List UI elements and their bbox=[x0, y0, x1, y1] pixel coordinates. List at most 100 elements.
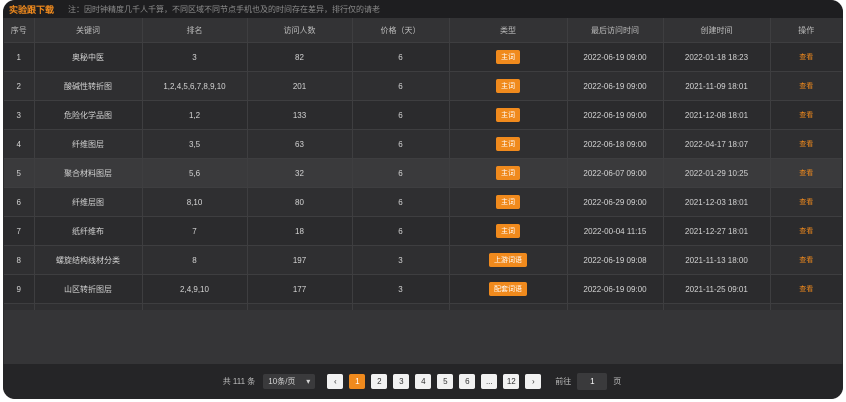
cell-text: 聚合材料图层 bbox=[64, 168, 112, 178]
page-button[interactable]: 6 bbox=[459, 374, 476, 389]
page-button[interactable]: 12 bbox=[503, 374, 520, 389]
cell-text: 2022-06-29 09:00 bbox=[583, 197, 647, 207]
goto-page-input[interactable] bbox=[577, 373, 608, 390]
table-row: 2 酸碱性转折图 1,2,4,5,6,7,8,9,10 201 6 主词 2022-06-1… bbox=[4, 71, 842, 101]
cell-rank: 1,2,4,5,6,7,8,9,10 bbox=[142, 71, 248, 101]
cell-text: 32 bbox=[295, 168, 304, 178]
cell-text: 8,10 bbox=[186, 197, 203, 207]
cell-text: 9 bbox=[16, 284, 21, 294]
view-link[interactable]: 查看 bbox=[799, 83, 813, 90]
column-header: 最后访问时间 bbox=[567, 18, 664, 43]
view-link[interactable]: 查看 bbox=[799, 54, 813, 61]
cell-text: 177 bbox=[292, 284, 307, 294]
cell-created: 2022-01-29 10:25 bbox=[663, 158, 771, 188]
cell-price: 3 bbox=[352, 245, 450, 275]
cell-text: 2022-06-07 09:00 bbox=[583, 168, 647, 178]
view-link[interactable]: 查看 bbox=[799, 199, 813, 206]
cell-text: 6 bbox=[16, 197, 21, 207]
cell-rank: 8 bbox=[142, 245, 248, 275]
notice-text: 注：因时钟精度几千人千算，不同区域不同节点手机也及的时间存在差异，排行仅的请老 bbox=[68, 4, 381, 14]
view-link[interactable]: 查看 bbox=[799, 257, 813, 264]
cell-text: 6 bbox=[398, 197, 403, 207]
table-body: 1 奥秘中医 3 8 2 6 主词 2022-06-19 09:00 2022-01-18 18… bbox=[4, 42, 842, 333]
view-link[interactable]: 查看 bbox=[799, 170, 813, 177]
cell-text: 3 bbox=[16, 110, 21, 120]
goto-suffix: 页 bbox=[613, 377, 622, 386]
type-badge: 主词 bbox=[496, 224, 520, 238]
cell-text: 18 bbox=[295, 226, 304, 236]
app-window: 实验跟下载 注：因时钟精度几千人千算，不同区域不同节点手机也及的时间存在差异，排… bbox=[3, 0, 843, 399]
cell-text: 2021-12-27 18:01 bbox=[684, 226, 749, 236]
cell-text: 3 bbox=[192, 52, 197, 62]
view-link[interactable]: 查看 bbox=[799, 228, 813, 235]
prev-page-button[interactable]: ‹ bbox=[327, 374, 344, 389]
cell-keyword: 奥秘中医 bbox=[34, 42, 143, 72]
cell-price: 6 bbox=[352, 216, 450, 246]
page-button[interactable]: 5 bbox=[437, 374, 454, 389]
cell-last: 2022-06-19 09:00 bbox=[567, 42, 664, 72]
cell-rank: 3 bbox=[142, 42, 248, 72]
cell-text: 6 bbox=[398, 168, 403, 178]
cell-created: 2021-11-25 09:01 bbox=[663, 274, 771, 304]
cell-text: 8 bbox=[192, 255, 197, 265]
cell-type: 配套词语 bbox=[449, 274, 568, 304]
cell-action: 查看 bbox=[770, 245, 842, 275]
cell-no: 2 bbox=[4, 71, 35, 101]
column-header: 创建时间 bbox=[663, 18, 771, 43]
view-link[interactable]: 查看 bbox=[799, 112, 813, 119]
next-page-button[interactable]: › bbox=[525, 374, 542, 389]
table-header: 序号 关键词 排名 访问人数 价格（天） 类型 最后访问时间 创建时间 操作 bbox=[4, 18, 842, 43]
cell-last: 2022-06-07 09:00 bbox=[567, 158, 664, 188]
type-badge: 主词 bbox=[496, 137, 520, 151]
total-count: 共 111 条 bbox=[222, 377, 256, 386]
page-button[interactable]: 2 bbox=[371, 374, 388, 389]
page-button[interactable]: 4 bbox=[415, 374, 432, 389]
cell-last: 2022-06-29 09:00 bbox=[567, 187, 664, 217]
cell-text: 2021-11-25 09:01 bbox=[685, 284, 748, 294]
cell-action: 查看 bbox=[770, 42, 842, 72]
cell-visitors: 133 bbox=[247, 100, 353, 130]
cell-text: 2022-06-18 09:00 bbox=[583, 139, 647, 149]
view-link[interactable]: 查看 bbox=[799, 286, 813, 293]
chevron-down-icon: ▾ bbox=[306, 377, 311, 386]
cell-keyword: 纤维图层 bbox=[34, 129, 143, 159]
cell-action: 查看 bbox=[770, 216, 842, 246]
type-badge: 主词 bbox=[496, 50, 520, 64]
cell-last: 2022-06-18 09:00 bbox=[567, 129, 664, 159]
page-button[interactable]: ... bbox=[481, 374, 498, 389]
cell-price: 6 bbox=[352, 158, 450, 188]
cell-type: 主词 bbox=[449, 187, 568, 217]
cell-text: 2022-06-19 09:00 bbox=[583, 81, 647, 91]
cell-text: 2021-11-09 18:01 bbox=[685, 81, 748, 91]
page-button[interactable]: 1 bbox=[349, 374, 366, 389]
cell-last: 2022-00-04 11:15 bbox=[567, 216, 664, 246]
cell-type: 主词 bbox=[449, 129, 568, 159]
cell-no: 8 bbox=[4, 245, 35, 275]
table-row: 4 纤维图层 3,5 63 6 主词 2022-06-18 09:00 2022-04-17 … bbox=[4, 129, 842, 159]
cell-text: 1 bbox=[16, 52, 21, 62]
cell-text: 3 bbox=[398, 255, 403, 265]
cell-text: 酸碱性转折图 bbox=[64, 81, 112, 91]
page-size-select[interactable]: 10条/页 ▾ bbox=[263, 374, 316, 389]
cell-text: 3,5 bbox=[188, 139, 201, 149]
cell-price: 6 bbox=[352, 187, 450, 217]
cell-text: 2022-06-19 09:08 bbox=[583, 255, 647, 265]
type-badge: 配套词语 bbox=[489, 282, 527, 296]
cell-text: 螺旋结构线材分类 bbox=[56, 255, 120, 265]
cell-text: 2022-06-19 09:00 bbox=[583, 52, 647, 62]
type-badge: 主词 bbox=[496, 195, 520, 209]
page-button[interactable]: 3 bbox=[393, 374, 410, 389]
cell-text: 1,2,4,5,6,7,8,9,10 bbox=[163, 81, 226, 91]
cell-action: 查看 bbox=[770, 71, 842, 101]
cell-created: 2022-01-18 18:23 bbox=[663, 42, 771, 72]
cell-text: 山区转折图层 bbox=[64, 284, 112, 294]
view-link[interactable]: 查看 bbox=[799, 141, 813, 148]
cell-last: 2022-06-19 09:00 bbox=[567, 274, 664, 304]
cell-text: 2022-06-19 09:00 bbox=[583, 110, 647, 120]
cell-rank: 2,4,9,10 bbox=[142, 274, 248, 304]
cell-text: 2022-06-19 09:00 bbox=[583, 284, 647, 294]
tab-keyword-download[interactable]: 实验跟下载 bbox=[9, 3, 54, 16]
chevron-left-icon: ‹ bbox=[333, 377, 337, 386]
cell-no: 3 bbox=[4, 100, 35, 130]
cell-keyword: 酸碱性转折图 bbox=[34, 71, 143, 101]
